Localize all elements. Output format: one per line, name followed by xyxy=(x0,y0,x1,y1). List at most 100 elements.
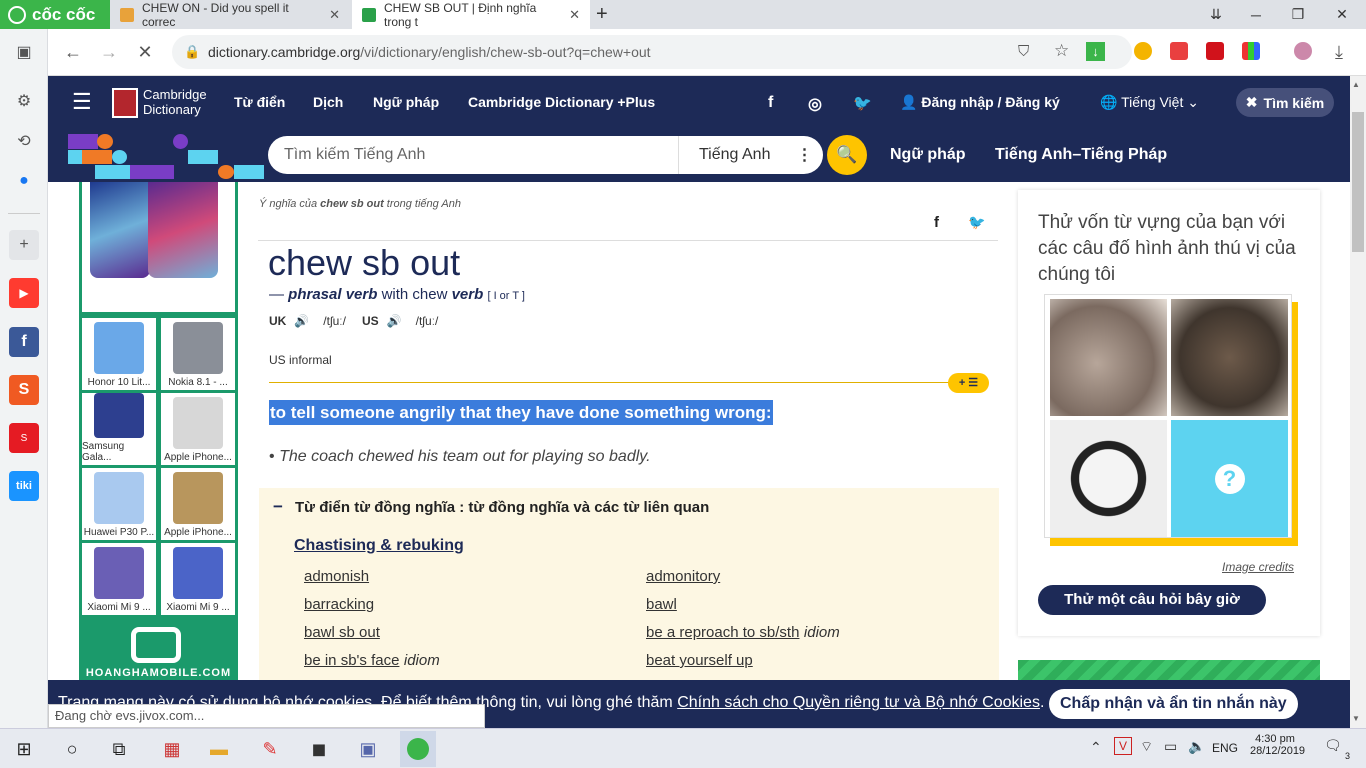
quiz-image-grid[interactable]: ? xyxy=(1044,294,1292,538)
synonym-link[interactable]: barracking xyxy=(304,596,374,613)
search-toggle-button[interactable]: ✖ Tìm kiếm xyxy=(1236,88,1334,117)
ad-strip[interactable] xyxy=(1018,660,1320,682)
coccoc-taskbar-icon[interactable] xyxy=(400,731,436,767)
tab-search-icon[interactable]: ⇊ xyxy=(1196,0,1236,29)
scroll-up-icon[interactable]: ▲ xyxy=(1352,80,1360,89)
add-to-wordlist-button[interactable]: + ☰ xyxy=(948,373,989,393)
battery-icon[interactable]: ▭ xyxy=(1164,738,1177,755)
ad-product[interactable]: Honor 10 Lit... xyxy=(82,318,156,390)
download-ext-icon[interactable]: ↓ xyxy=(1086,42,1105,61)
uk-audio-icon[interactable]: 🔊 xyxy=(294,314,309,328)
sidebar-toggle-icon[interactable]: ▣ xyxy=(9,37,39,67)
synonym-link[interactable]: be a reproach to sb/sth xyxy=(646,624,799,641)
notification-center-icon[interactable]: 🗨 3 xyxy=(1324,737,1350,761)
browser-logo[interactable]: cốc cốc xyxy=(0,0,110,29)
scroll-down-icon[interactable]: ▼ xyxy=(1352,714,1360,723)
ad-product[interactable]: Xiaomi Mi 9 ... xyxy=(82,543,156,615)
subnav-en-fr[interactable]: Tiếng Anh–Tiếng Pháp xyxy=(995,146,1167,164)
ad-product[interactable]: Xiaomi Mi 9 ... xyxy=(161,543,235,615)
file-explorer-icon[interactable]: ▬ xyxy=(205,735,233,763)
us-audio-icon[interactable]: 🔊 xyxy=(387,314,402,328)
scrollbar-thumb[interactable] xyxy=(1352,112,1364,252)
login-link[interactable]: 👤 Đăng nhập / Đăng ký xyxy=(900,94,1060,111)
ad-product[interactable]: Apple iPhone... xyxy=(161,393,235,465)
ad-product[interactable]: Nokia 8.1 - ... xyxy=(161,318,235,390)
ad-product[interactable]: Samsung Gala... xyxy=(82,393,156,465)
nav-translate[interactable]: Dịch xyxy=(313,94,343,110)
wifi-icon[interactable]: ⌔ xyxy=(1140,738,1153,756)
hippo-image[interactable] xyxy=(1050,299,1167,416)
hamburger-menu-icon[interactable]: ☰ xyxy=(72,91,92,113)
search-icon[interactable]: ○ xyxy=(58,735,86,763)
shopee-icon[interactable]: S xyxy=(9,375,39,405)
accept-cookies-button[interactable]: Chấp nhận và ẩn tin nhắn này xyxy=(1049,689,1298,719)
settings-gear-icon[interactable]: ⚙ xyxy=(9,86,39,116)
search-input[interactable]: Tìm kiếm Tiếng Anh Tiếng Anh ⋮ xyxy=(268,136,823,174)
instagram-icon[interactable]: ◎ xyxy=(808,94,822,114)
nav-grammar[interactable]: Ngữ pháp xyxy=(373,94,439,110)
downloads-icon[interactable]: ⤓ xyxy=(1324,37,1354,67)
nav-dictionary[interactable]: Từ điển xyxy=(234,94,285,110)
collapse-icon[interactable]: − xyxy=(273,497,283,517)
address-bar[interactable]: 🔒 dictionary.cambridge.org/vi/dictionary… xyxy=(172,35,1132,69)
site-logo[interactable]: Cambridge Dictionary xyxy=(143,87,207,117)
volume-icon[interactable]: 🔈 xyxy=(1188,738,1205,755)
profile-avatar[interactable] xyxy=(1294,42,1312,60)
thesaurus-title[interactable]: Từ điển từ đồng nghĩa : từ đồng nghĩa và… xyxy=(295,499,709,516)
share-twitter-icon[interactable]: 🐦 xyxy=(968,214,985,231)
synonym-link[interactable]: beat yourself up xyxy=(646,652,753,669)
tray-expand-icon[interactable]: ⌃ xyxy=(1090,739,1102,756)
subnav-grammar[interactable]: Ngữ pháp xyxy=(890,146,966,164)
task-view-icon[interactable]: ⧉ xyxy=(105,735,133,763)
chrome-ext-icon[interactable] xyxy=(1134,42,1152,60)
minimize-button[interactable]: ─ xyxy=(1236,0,1276,29)
search-submit-button[interactable]: 🔍 xyxy=(827,135,867,175)
forward-arrow-icon[interactable]: → xyxy=(94,37,124,67)
tab-chew-sb-out[interactable]: CHEW SB OUT | Định nghĩa trong t ✕ xyxy=(352,0,590,29)
mystery-image[interactable]: ? xyxy=(1171,420,1288,537)
thesaurus-group-link[interactable]: Chastising & rebuking xyxy=(294,537,464,555)
sendo-icon[interactable]: S xyxy=(9,423,39,453)
back-arrow-icon[interactable]: ← xyxy=(58,37,88,67)
twitter-icon[interactable]: 🐦 xyxy=(853,94,872,112)
close-tab-icon[interactable]: ✕ xyxy=(569,7,580,23)
language-selector[interactable]: 🌐 Tiếng Việt ⌄ xyxy=(1100,94,1199,111)
app-icon[interactable]: ▣ xyxy=(354,735,382,763)
synonym-link[interactable]: bawl xyxy=(646,596,677,613)
youtube-icon[interactable]: ▶ xyxy=(9,278,39,308)
ad-product[interactable]: Apple iPhone... xyxy=(161,468,235,540)
panda-image[interactable] xyxy=(1050,420,1167,537)
app-icon[interactable]: ▦ xyxy=(158,735,186,763)
image-credits-link[interactable]: Image credits xyxy=(1222,560,1294,574)
add-app-icon[interactable]: + xyxy=(9,230,39,260)
clock[interactable]: 4:30 pm 28/12/2019 xyxy=(1250,733,1305,757)
ad-product[interactable]: Huawei P30 P... xyxy=(82,468,156,540)
stop-loading-icon[interactable]: ✕ xyxy=(130,37,160,67)
color-ext-icon[interactable] xyxy=(1242,42,1260,60)
seal-image[interactable] xyxy=(1171,299,1288,416)
paint-icon[interactable]: ✎ xyxy=(256,735,284,763)
tab-chew-on[interactable]: CHEW ON - Did you spell it correc ✕ xyxy=(110,0,350,29)
synonym-link[interactable]: admonish xyxy=(304,568,369,585)
restore-button[interactable]: ❐ xyxy=(1278,0,1318,29)
facebook-icon[interactable]: f xyxy=(9,327,39,357)
start-quiz-button[interactable]: Thử một câu hỏi bây giờ xyxy=(1038,585,1266,615)
tiki-icon[interactable]: tiki xyxy=(9,471,39,501)
synonym-link[interactable]: be in sb's face xyxy=(304,652,399,669)
ad-banner[interactable]: Honor 10 Lit... Nokia 8.1 - ... Samsung … xyxy=(79,182,238,682)
synonym-link[interactable]: bawl sb out xyxy=(304,624,380,641)
antivirus-icon[interactable]: V xyxy=(1114,737,1132,755)
language-indicator[interactable]: ENG xyxy=(1212,741,1238,755)
messenger-icon[interactable]: ● xyxy=(9,166,39,196)
synonym-link[interactable]: admonitory xyxy=(646,568,720,585)
history-icon[interactable]: ⟲ xyxy=(9,126,39,156)
close-window-button[interactable]: ✕ xyxy=(1322,0,1362,29)
close-tab-icon[interactable]: ✕ xyxy=(329,7,340,23)
cookie-policy-link[interactable]: Chính sách cho Quyền riêng tư và Bộ nhớ … xyxy=(677,694,1040,711)
sticky-notes-icon[interactable]: ◼ xyxy=(305,735,333,763)
facebook-icon[interactable]: f xyxy=(768,94,773,112)
new-tab-button[interactable]: + xyxy=(596,3,608,26)
share-facebook-icon[interactable]: f xyxy=(934,214,939,231)
windows-start-icon[interactable]: ⊞ xyxy=(10,735,38,763)
search-language-select[interactable]: Tiếng Anh ⋮ xyxy=(678,136,823,174)
